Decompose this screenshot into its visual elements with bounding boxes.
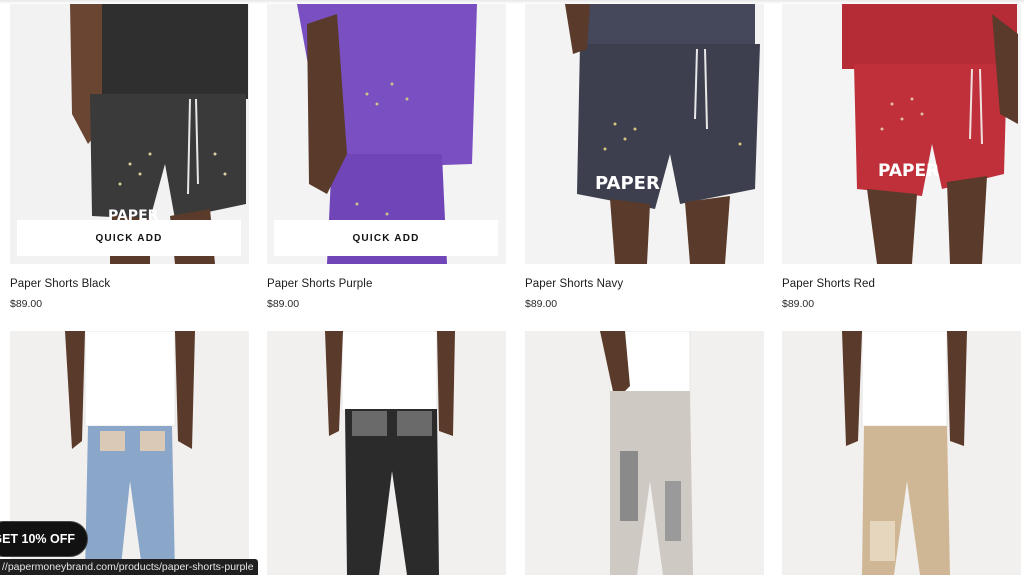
product-title[interactable]: Paper Shorts Red bbox=[782, 278, 875, 290]
product-title[interactable]: Paper Shorts Navy bbox=[525, 278, 623, 290]
red-shorts-photo: PAPER bbox=[782, 4, 1021, 264]
khaki-denim-photo bbox=[782, 331, 1021, 575]
status-bar-url: //papermoneybrand.com/products/paper-sho… bbox=[0, 559, 258, 575]
discount-promo-button[interactable]: GET 10% OFF bbox=[0, 521, 88, 557]
product-image[interactable] bbox=[267, 331, 506, 575]
product-image[interactable] bbox=[525, 331, 764, 575]
print-text: PAPER bbox=[878, 161, 939, 181]
black-denim-photo bbox=[267, 331, 506, 575]
product-price: $89.00 bbox=[10, 298, 43, 310]
product-title[interactable]: Paper Shorts Black bbox=[10, 278, 110, 290]
product-price: $89.00 bbox=[782, 298, 815, 310]
product-price: $89.00 bbox=[525, 298, 558, 310]
navy-shorts-photo: PAPER bbox=[525, 4, 764, 264]
print-text: PAPER bbox=[595, 173, 660, 194]
product-image[interactable] bbox=[782, 331, 1021, 575]
product-price: $89.00 bbox=[267, 298, 300, 310]
quick-add-button[interactable]: QUICK ADD bbox=[274, 220, 498, 256]
quick-add-button[interactable]: QUICK ADD bbox=[17, 220, 241, 256]
product-title[interactable]: Paper Shorts Purple bbox=[267, 278, 372, 290]
product-image[interactable]: PAPER bbox=[525, 4, 764, 264]
product-image[interactable]: PAPER bbox=[782, 4, 1021, 264]
grey-denim-photo bbox=[525, 331, 764, 575]
